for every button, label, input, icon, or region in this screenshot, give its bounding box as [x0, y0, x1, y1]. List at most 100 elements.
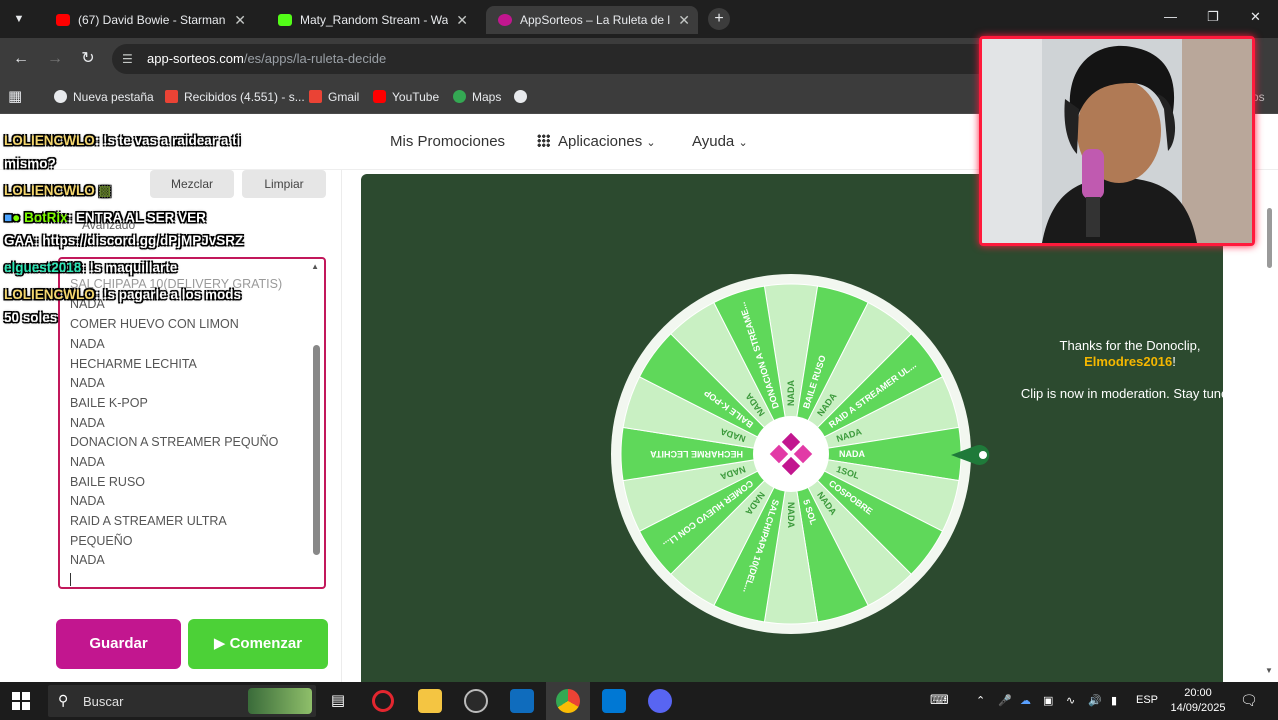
- taskbar-search[interactable]: ⚲ Buscar: [48, 685, 316, 717]
- bookmark-nueva-pestana[interactable]: Nueva pestaña: [54, 80, 154, 114]
- guardar-button[interactable]: Guardar: [56, 619, 181, 669]
- globe-icon: [54, 90, 67, 103]
- wheel-segment-label: HECHARME LECHITA: [650, 449, 743, 459]
- back-icon[interactable]: ←: [10, 48, 32, 70]
- task-view-icon[interactable]: ▤: [326, 689, 350, 713]
- donoclip-alert: Thanks for the Donoclip, Elmodres2016! C…: [1005, 338, 1255, 402]
- chat-message: LOLIENCWLO ▩: [4, 183, 112, 198]
- wheel-stage: NADA BAILE RUSO NADA RAID A STREAMER UL... N…: [361, 174, 1223, 682]
- page-scrollbar[interactable]: [1265, 204, 1274, 664]
- comenzar-button[interactable]: ▶ Comenzar: [188, 619, 328, 669]
- option-line: BAILE RUSO: [70, 475, 146, 489]
- close-icon[interactable]: ✕: [456, 6, 468, 34]
- scroll-down-icon[interactable]: ▼: [1265, 666, 1273, 675]
- chevron-down-icon: ⌄: [738, 137, 748, 149]
- options-textarea[interactable]: SALCHIPAPA 10(DELIVERY GRATIS) NADA COME…: [58, 257, 326, 589]
- option-line: DONACION A STREAMER PEQUÑO: [70, 435, 279, 449]
- browser-tab-strip: ▼ (67) David Bowie - Starman // S ✕ Maty…: [0, 0, 1278, 38]
- restore-icon[interactable]: ❐: [1207, 9, 1219, 25]
- gmail-icon: [309, 90, 322, 103]
- globe-icon: [514, 90, 527, 103]
- tab-kick[interactable]: Maty_Random Stream - Watch ✕: [266, 6, 476, 34]
- chevron-up-icon[interactable]: ⌃: [976, 694, 985, 707]
- minimize-icon[interactable]: —: [1164, 9, 1177, 24]
- option-line: RAID A STREAMER ULTRA: [70, 514, 227, 528]
- wifi-icon[interactable]: ∿: [1066, 694, 1075, 707]
- play-icon: ▶: [213, 635, 226, 652]
- file-explorer-icon[interactable]: [418, 689, 442, 713]
- volume-icon[interactable]: 🔊: [1088, 694, 1102, 707]
- nav-ayuda[interactable]: Ayuda ⌄: [692, 133, 748, 150]
- bookmark-youtube[interactable]: YouTube: [373, 80, 439, 114]
- tab-youtube[interactable]: (67) David Bowie - Starman // S ✕: [44, 6, 254, 34]
- tab-title: AppSorteos – La Ruleta de la S: [520, 13, 670, 27]
- tab-search-button[interactable]: ▼: [8, 8, 30, 30]
- option-line: NADA: [70, 337, 105, 351]
- store-icon[interactable]: [602, 689, 626, 713]
- tab-title: Maty_Random Stream - Watch: [300, 13, 448, 27]
- tab-title: (67) David Bowie - Starman // S: [78, 13, 226, 27]
- wheel-pointer-icon: [951, 445, 990, 465]
- close-icon[interactable]: ✕: [234, 6, 246, 34]
- bookmark-recibidos[interactable]: Recibidos (4.551) - s...: [165, 80, 305, 114]
- option-line: NADA: [70, 553, 105, 567]
- maps-pin-icon: [453, 90, 466, 103]
- nav-aplicaciones[interactable]: Aplicaciones ⌄: [537, 133, 656, 150]
- option-line: PEQUEÑO: [70, 534, 133, 548]
- option-line: HECHARME LECHITA: [70, 357, 197, 371]
- windows-start-icon[interactable]: [11, 691, 31, 711]
- donoclip-user-line: Elmodres2016!: [1084, 354, 1176, 369]
- option-line: NADA: [70, 416, 105, 430]
- outlook-icon[interactable]: [510, 689, 534, 713]
- url-text: app-sorteos.com/es/apps/la-ruleta-decide: [147, 51, 387, 66]
- wheel-segment-label: NADA: [839, 449, 865, 459]
- option-line: NADA: [70, 376, 105, 390]
- obs-icon[interactable]: [464, 689, 488, 713]
- new-tab-button[interactable]: +: [708, 8, 730, 30]
- taskbar-clock[interactable]: 20:00 14/09/2025: [1168, 686, 1228, 716]
- chat-message: ■● BotRix: ENTRA AL SER VER: [4, 210, 206, 225]
- bookmark-gmail[interactable]: Gmail: [309, 80, 359, 114]
- scroll-up-icon[interactable]: ▲: [311, 262, 319, 271]
- chat-message: elguest2018: !s maquillarte: [4, 260, 178, 275]
- bot-badge-icon: ■: [4, 210, 13, 225]
- textarea-scrollbar-thumb[interactable]: [313, 345, 320, 555]
- cloud-icon[interactable]: ☁: [1020, 694, 1031, 707]
- prize-wheel[interactable]: NADA BAILE RUSONADARAID A STREAMER UL...N…: [610, 273, 972, 635]
- mezclar-button[interactable]: Mezclar: [150, 170, 234, 198]
- bookmark-maps[interactable]: Maps: [453, 80, 501, 114]
- youtube-icon: [56, 14, 70, 26]
- site-info-icon[interactable]: ☰: [122, 44, 133, 74]
- gmail-icon: [165, 90, 178, 103]
- reload-icon[interactable]: ↻: [77, 48, 99, 70]
- bookmark-globe[interactable]: [514, 80, 533, 114]
- page-scrollbar-thumb[interactable]: [1267, 208, 1272, 268]
- notifications-icon[interactable]: 🗨: [1240, 692, 1258, 709]
- chat-message: GAA: https://discord.gg/dPjMPJvSRZ: [4, 233, 244, 248]
- close-window-icon[interactable]: ✕: [1250, 9, 1261, 25]
- opera-icon[interactable]: [372, 690, 394, 712]
- nav-mis-promociones[interactable]: Mis Promociones: [390, 133, 505, 150]
- language-indicator[interactable]: ESP: [1136, 694, 1158, 706]
- usb-icon[interactable]: ▣: [1043, 694, 1053, 707]
- chat-message: mismo?: [4, 156, 56, 171]
- discord-icon[interactable]: [648, 689, 672, 713]
- battery-icon[interactable]: ▮: [1111, 694, 1117, 707]
- apps-grid-icon[interactable]: ▦: [8, 80, 22, 114]
- address-bar[interactable]: ☰ app-sorteos.com/es/apps/la-ruleta-deci…: [112, 44, 992, 74]
- limpiar-button[interactable]: Limpiar: [242, 170, 326, 198]
- microphone-icon[interactable]: 🎤: [998, 694, 1012, 707]
- keyboard-icon[interactable]: ⌨: [930, 692, 949, 708]
- chevron-down-icon: ⌄: [646, 137, 656, 149]
- search-icon: ⚲: [58, 692, 69, 708]
- chat-message: 50 soles: [4, 310, 58, 325]
- option-line: COMER HUEVO CON LIMON: [70, 317, 239, 331]
- chrome-taskbar-button[interactable]: [546, 682, 590, 720]
- search-highlight-image: [248, 688, 312, 714]
- option-line: NADA: [70, 494, 105, 508]
- close-icon[interactable]: ✕: [678, 6, 690, 34]
- tab-appsorteos[interactable]: AppSorteos – La Ruleta de la S ✕: [486, 6, 698, 34]
- tank-emote-icon: ▩: [98, 183, 112, 198]
- forward-icon[interactable]: →: [44, 48, 66, 70]
- windows-taskbar: ⚲ Buscar ▤ ⌨ ⌃ 🎤 ☁ ▣ ∿ 🔊 ▮ ESP 20:00 14/…: [0, 682, 1278, 720]
